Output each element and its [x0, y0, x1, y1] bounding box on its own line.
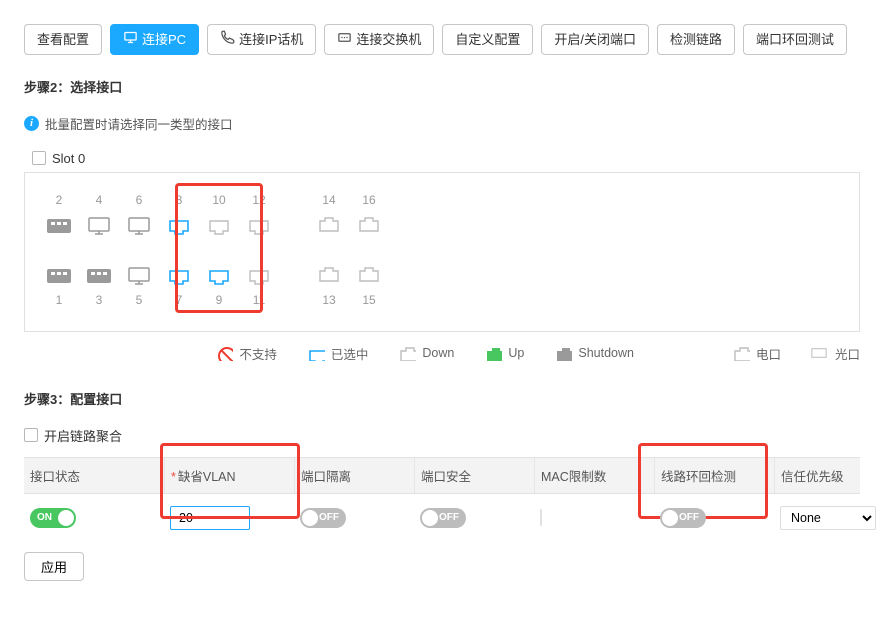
port-num: 3: [96, 293, 103, 307]
port-num: 14: [322, 193, 335, 207]
port-6[interactable]: [125, 215, 153, 235]
col-security: 端口安全: [414, 458, 534, 493]
legend-electrical: 电口: [756, 344, 781, 363]
loop-detection-toggle[interactable]: OFF: [660, 508, 706, 528]
connect-pc-tab[interactable]: 连接PC: [110, 24, 199, 55]
legend-selected: 已选中: [331, 344, 369, 363]
custom-config-tab[interactable]: 自定义配置: [442, 24, 533, 55]
port-5[interactable]: [125, 265, 153, 285]
phone-icon: [220, 30, 235, 49]
connect-switch-tab[interactable]: 连接交换机: [324, 24, 434, 55]
link-agg-checkbox[interactable]: [24, 428, 38, 442]
col-isolation: 端口隔离: [294, 458, 414, 493]
trust-priority-select[interactable]: None: [780, 506, 876, 530]
port-num: 6: [136, 193, 143, 207]
port-loopback-tab[interactable]: 端口环回测试: [743, 24, 847, 55]
apply-button[interactable]: 应用: [24, 552, 84, 581]
port-16[interactable]: [355, 215, 383, 235]
port-state-toggle[interactable]: ON: [30, 508, 76, 528]
port-legend: 不支持 已选中 Down Up Shutdown 电口 光口: [24, 344, 860, 363]
switch-icon: [337, 30, 352, 49]
port-14[interactable]: [315, 215, 343, 235]
port-isolation-toggle[interactable]: OFF: [300, 508, 346, 528]
legend-down: Down: [422, 346, 454, 360]
port-num: 2: [56, 193, 63, 207]
slot0-checkbox[interactable]: [32, 151, 46, 165]
legend-optical: 光口: [835, 344, 860, 363]
port-num: 13: [322, 293, 335, 307]
highlight-default-vlan: [160, 443, 300, 519]
highlight-loop-detection: [638, 443, 768, 519]
port-13[interactable]: [315, 265, 343, 285]
port-num: 1: [56, 293, 63, 307]
port-num: 15: [362, 293, 375, 307]
slot0-label: Slot 0: [52, 151, 85, 166]
legend-unsupported: 不支持: [239, 344, 277, 363]
link-agg-label: 开启链路聚合: [44, 426, 122, 445]
legend-up: Up: [508, 346, 524, 360]
step3-title: 步骤3：配置接口: [24, 389, 860, 408]
col-priority: 信任优先级: [774, 458, 884, 493]
port-num: 5: [136, 293, 143, 307]
legend-shutdown: Shutdown: [578, 346, 634, 360]
port-enable-tab[interactable]: 开启/关闭端口: [541, 24, 649, 55]
port-3[interactable]: [85, 265, 113, 285]
port-num: 16: [362, 193, 375, 207]
highlight-selected-ports: [175, 183, 263, 313]
step2-title: 步骤2：选择接口: [24, 77, 860, 96]
connect-switch-label: 连接交换机: [356, 32, 421, 48]
col-state: 接口状态: [24, 458, 164, 493]
port-4[interactable]: [85, 215, 113, 235]
port-panel: 2 4 6 8 10 12 14 16 1 3 5 7: [24, 172, 860, 332]
info-icon: i: [24, 116, 39, 131]
view-config-tab[interactable]: 查看配置: [24, 24, 102, 55]
connect-ipphone-label: 连接IP话机: [239, 32, 303, 48]
detect-link-tab[interactable]: 检测链路: [657, 24, 735, 55]
port-15[interactable]: [355, 265, 383, 285]
connect-pc-label: 连接PC: [142, 32, 186, 48]
mac-limit-input[interactable]: [540, 509, 542, 526]
port-2[interactable]: [45, 215, 73, 235]
batch-tip: 批量配置时请选择同一类型的接口: [45, 114, 233, 133]
monitor-icon: [123, 30, 138, 49]
port-security-toggle[interactable]: OFF: [420, 508, 466, 528]
port-1[interactable]: [45, 265, 73, 285]
col-maclimit: MAC限制数: [534, 458, 654, 493]
port-num: 4: [96, 193, 103, 207]
connect-ipphone-tab[interactable]: 连接IP话机: [207, 24, 316, 55]
